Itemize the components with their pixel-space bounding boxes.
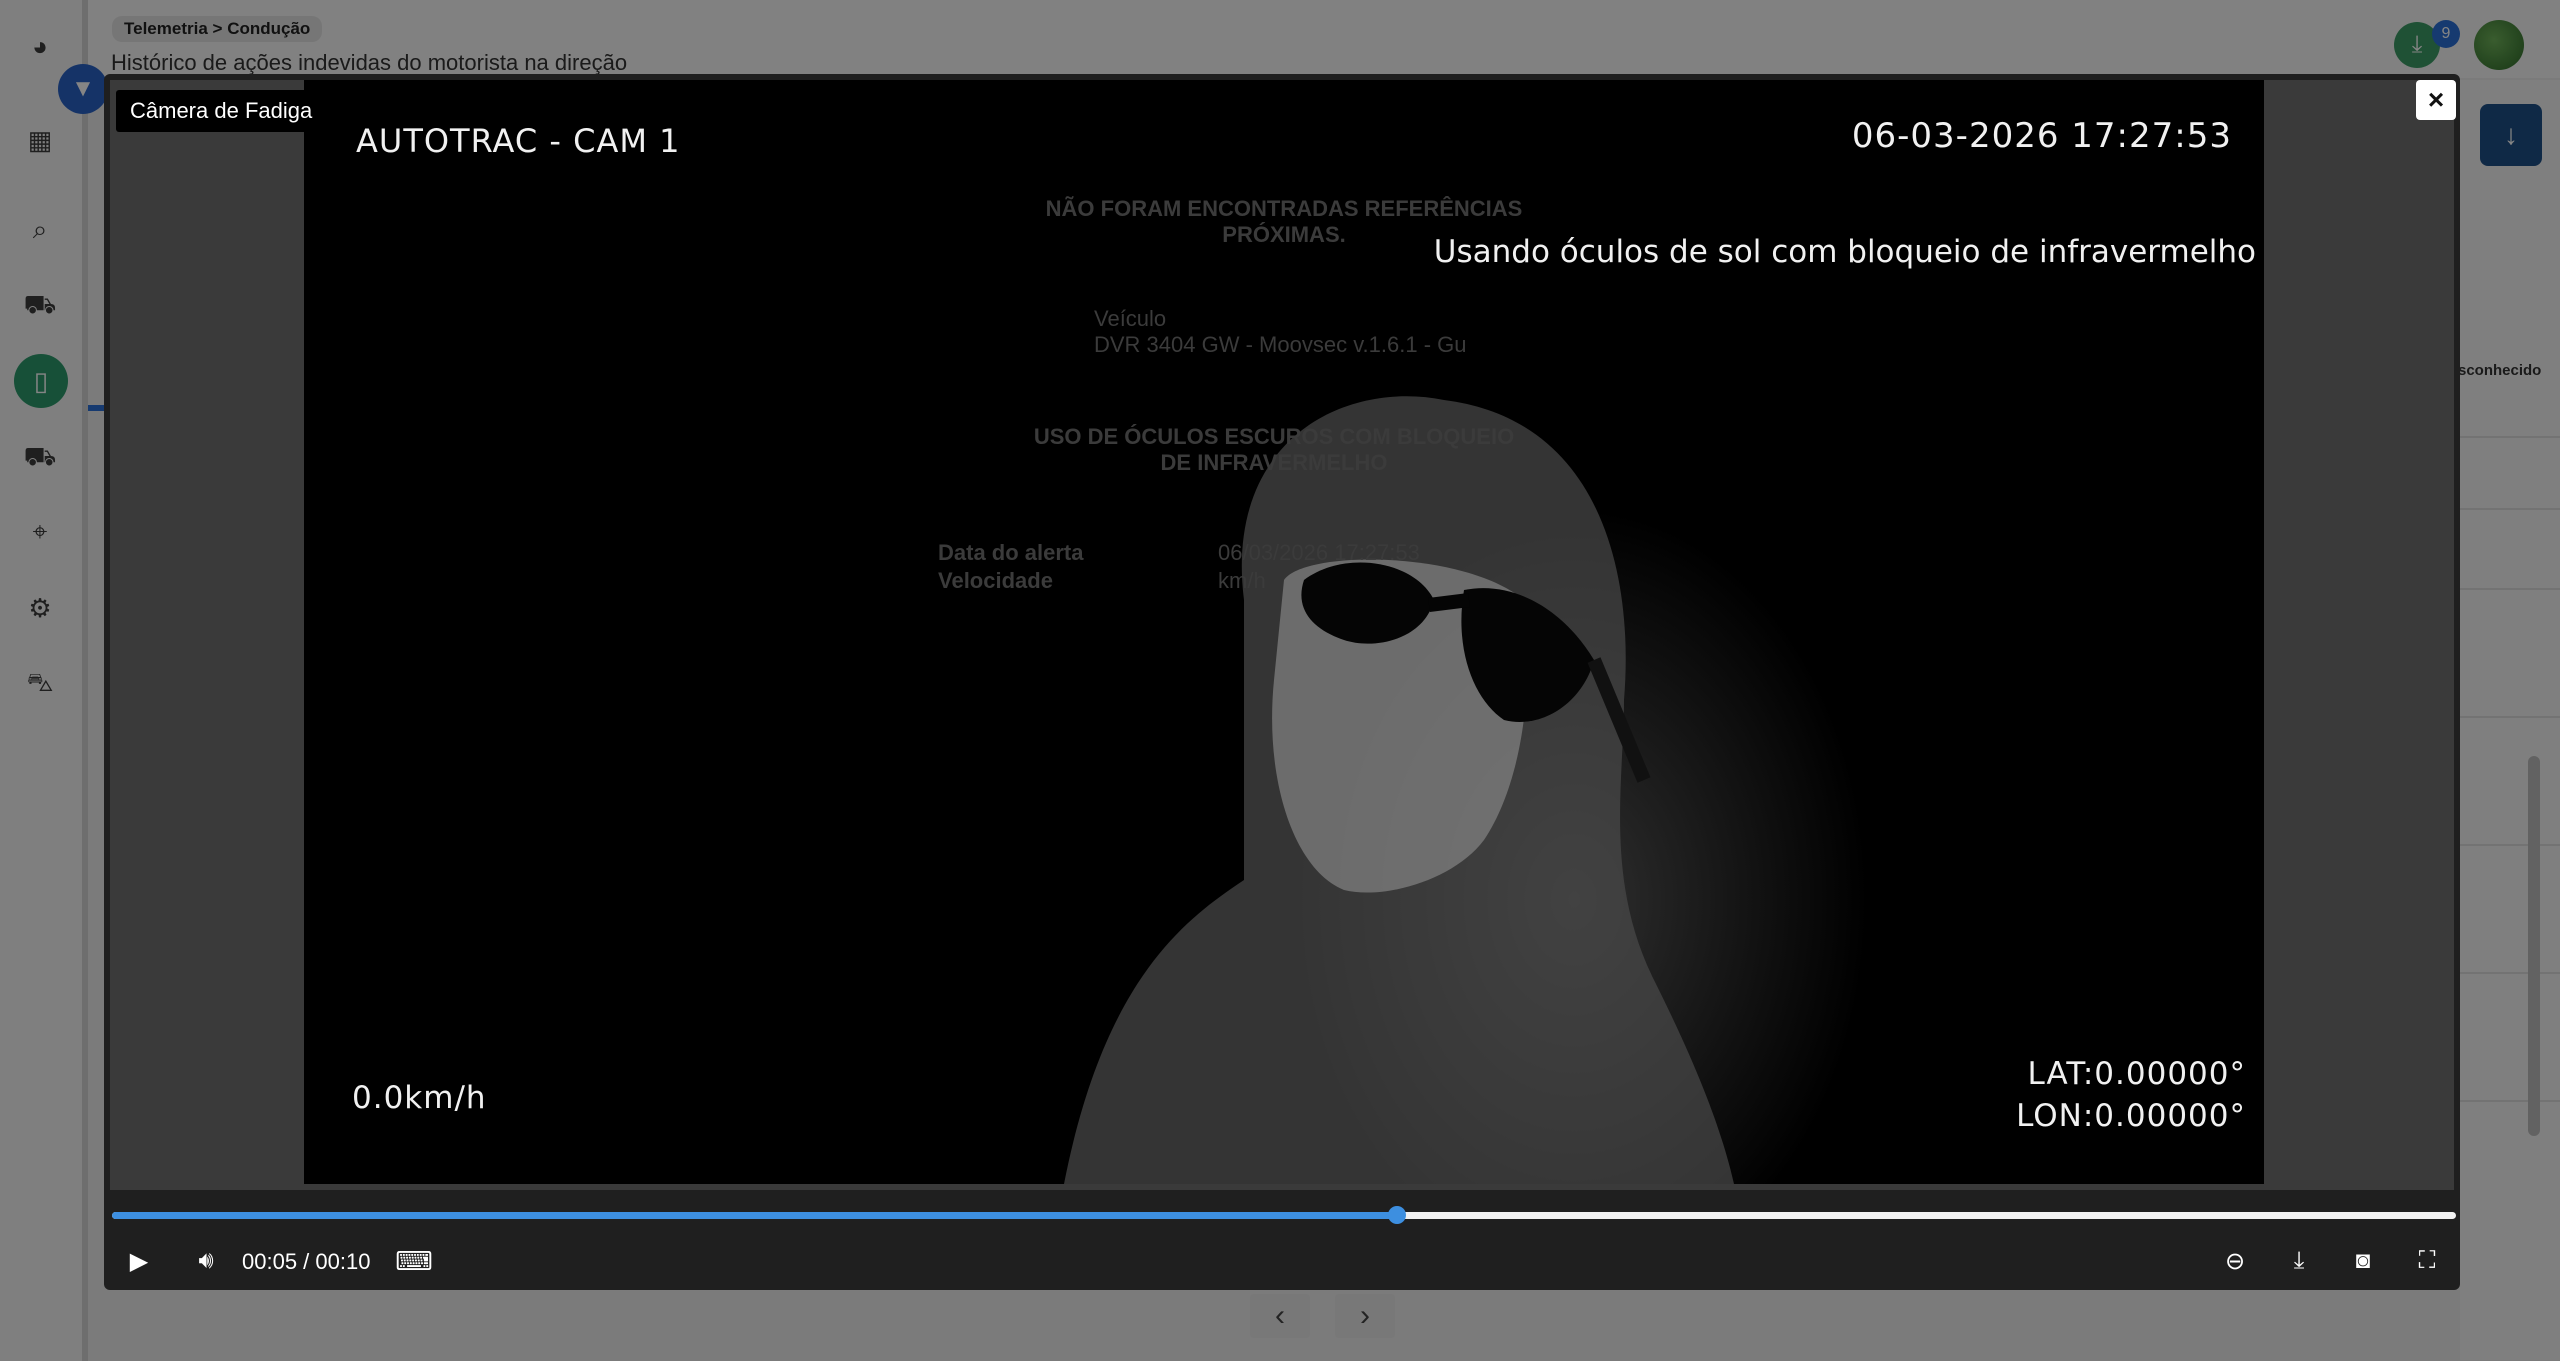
- volume-icon[interactable]: 🔊︎: [184, 1244, 228, 1278]
- alert-title: USO DE ÓCULOS ESCUROS COM BLOQUEIO DE IN…: [1033, 424, 1515, 475]
- camera-label: AUTOTRAC - CAM 1: [356, 122, 681, 160]
- vehicle-value: DVR 3404 GW - Moovsec v.1.6.1 - Gu: [1094, 332, 1467, 357]
- modal-title-tooltip: Câmera de Fadiga: [116, 90, 327, 132]
- time-display: 00:05 / 00:10: [242, 1249, 371, 1274]
- vehicle-speed: 0.0km/h: [352, 1080, 487, 1116]
- longitude: LON:0.00000°: [2016, 1098, 2246, 1134]
- close-button[interactable]: ×: [2416, 80, 2456, 120]
- video-progress-bar[interactable]: [112, 1206, 2456, 1224]
- download-icon[interactable]: ⤓: [2282, 1244, 2316, 1278]
- fullscreen-icon[interactable]: ⛶: [2410, 1244, 2444, 1278]
- speed-value: km/h: [1218, 568, 1266, 593]
- minus-circle-icon[interactable]: ⊖: [2218, 1244, 2252, 1278]
- captions-icon[interactable]: ⌨: [395, 1244, 433, 1278]
- progress-handle[interactable]: [1387, 1206, 1406, 1224]
- progress-fill: [112, 1212, 1397, 1219]
- vehicle-label: Veículo: [1094, 306, 1167, 331]
- speed-label: Velocidade: [938, 568, 1053, 593]
- alert-date-label: Data do alerta: [938, 540, 1084, 565]
- event-description: Usando óculos de sol com bloqueio de inf…: [1433, 234, 2256, 270]
- latitude: LAT:0.00000°: [2027, 1056, 2246, 1092]
- play-icon[interactable]: ▶: [124, 1244, 154, 1278]
- camera-snapshot-icon[interactable]: ◙: [2346, 1244, 2380, 1278]
- alert-date-value: 06/03/2026 17:27:53: [1218, 540, 1420, 565]
- video-frame[interactable]: NÃO FORAM ENCONTRADAS REFERÊNCIAS PRÓXIM…: [304, 80, 2264, 1184]
- camera-timestamp: 06-03-2026 17:27:53: [1851, 116, 2232, 156]
